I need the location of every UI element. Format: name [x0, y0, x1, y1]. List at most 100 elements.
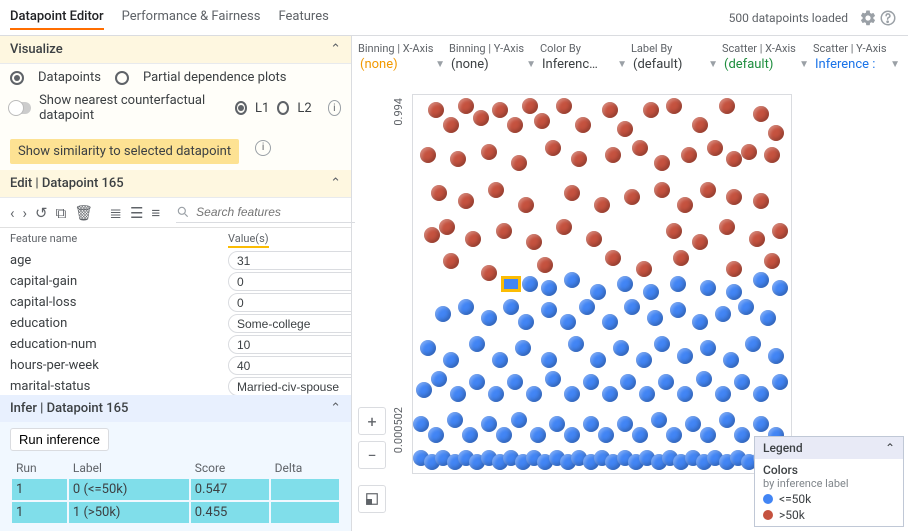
zoom-reset-button[interactable] [358, 485, 386, 513]
datapoint[interactable] [556, 98, 572, 114]
datapoint[interactable] [685, 416, 701, 432]
view-dense-icon[interactable]: ≡ [151, 204, 160, 222]
tab-performance-fairness[interactable]: Performance & Fairness [122, 5, 261, 30]
datapoint[interactable] [431, 185, 447, 201]
datapoint[interactable] [511, 155, 527, 171]
datapoint[interactable] [677, 197, 693, 213]
datapoint[interactable] [772, 374, 788, 390]
datapoint[interactable] [594, 197, 610, 213]
radio-l2[interactable] [277, 101, 289, 115]
info-icon[interactable]: i [255, 140, 271, 156]
feature-value-input[interactable] [228, 314, 351, 333]
datapoint[interactable] [424, 227, 440, 243]
datapoint[interactable] [617, 121, 633, 137]
datapoint[interactable] [458, 193, 474, 209]
control-dropdown[interactable]: Label By (default)▼ [631, 42, 720, 74]
datapoint[interactable] [707, 140, 723, 156]
datapoint[interactable] [677, 386, 693, 402]
datapoint[interactable] [700, 427, 716, 443]
datapoint[interactable] [541, 280, 557, 296]
control-dropdown[interactable]: Color By Inferenc…▼ [540, 42, 629, 74]
datapoint[interactable] [753, 416, 769, 432]
datapoint[interactable] [677, 348, 693, 364]
settings-icon[interactable] [858, 8, 878, 28]
dropdown-value[interactable]: (default)▼ [631, 55, 720, 74]
datapoint[interactable] [719, 412, 735, 428]
feature-value-input[interactable] [228, 251, 351, 270]
datapoint[interactable] [549, 416, 565, 432]
datapoint[interactable] [598, 427, 614, 443]
datapoint[interactable] [518, 197, 534, 213]
datapoint[interactable] [666, 427, 682, 443]
datapoint[interactable] [443, 253, 459, 269]
control-dropdown[interactable]: Scatter | X-Axis (default)▼ [722, 42, 811, 74]
prev-icon[interactable]: ‹ [10, 204, 15, 222]
datapoint[interactable] [583, 374, 599, 390]
similarity-button[interactable]: Show similarity to selected datapoint [10, 139, 239, 164]
radio-pdp[interactable] [115, 71, 129, 85]
datapoint[interactable] [462, 427, 478, 443]
view-list-icon[interactable]: ≣ [109, 204, 122, 222]
datapoint[interactable] [764, 147, 780, 163]
datapoint[interactable] [605, 250, 621, 266]
datapoint[interactable] [571, 151, 587, 167]
help-icon[interactable] [878, 8, 898, 28]
info-icon[interactable]: i [328, 100, 341, 116]
datapoint[interactable] [416, 382, 432, 398]
datapoint[interactable] [492, 102, 508, 118]
radio-l1[interactable] [235, 101, 247, 115]
datapoint[interactable] [602, 102, 618, 118]
datapoint[interactable] [545, 140, 561, 156]
datapoint[interactable] [692, 314, 708, 330]
datapoint[interactable] [753, 193, 769, 209]
datapoint[interactable] [643, 284, 659, 300]
datapoint[interactable] [556, 219, 572, 235]
inference-row[interactable]: 11 (>50k)0.455 [12, 502, 339, 523]
datapoint[interactable] [726, 261, 742, 277]
datapoint[interactable] [734, 427, 750, 443]
datapoint[interactable] [541, 352, 557, 368]
datapoint[interactable] [700, 182, 716, 198]
infer-header[interactable]: Infer | Datapoint 165 ⌃ [0, 395, 351, 422]
dropdown-value[interactable]: Inference :▼ [813, 55, 902, 74]
zoom-out-button[interactable]: − [358, 441, 386, 469]
datapoint[interactable] [753, 386, 769, 402]
datapoint[interactable] [692, 117, 708, 133]
datapoint[interactable] [511, 412, 527, 428]
datapoint[interactable] [583, 416, 599, 432]
datapoint[interactable] [473, 110, 489, 126]
datapoint[interactable] [481, 144, 497, 160]
dropdown-value[interactable]: (default)▼ [722, 55, 811, 74]
datapoint[interactable] [768, 125, 784, 141]
radio-datapoints[interactable] [10, 71, 24, 85]
datapoint[interactable] [458, 98, 474, 114]
datapoint[interactable] [503, 299, 519, 315]
datapoint[interactable] [431, 371, 447, 387]
feature-value-input[interactable] [228, 293, 351, 312]
datapoint[interactable] [564, 185, 580, 201]
datapoint[interactable] [654, 336, 670, 352]
datapoint[interactable] [745, 336, 761, 352]
datapoint[interactable] [530, 427, 546, 443]
datapoint[interactable] [772, 223, 788, 239]
legend-header[interactable]: Legend ⌃ [755, 437, 903, 459]
datapoint[interactable] [428, 102, 444, 118]
datapoint[interactable] [443, 352, 459, 368]
search-input[interactable] [194, 204, 355, 220]
datapoint[interactable] [768, 348, 784, 364]
datapoint[interactable] [639, 386, 655, 402]
datapoint[interactable] [537, 257, 553, 273]
datapoint[interactable] [617, 276, 633, 292]
datapoint[interactable] [439, 219, 455, 235]
zoom-in-button[interactable]: + [358, 407, 386, 435]
datapoint[interactable] [492, 352, 508, 368]
datapoint[interactable] [673, 250, 689, 266]
control-dropdown[interactable]: Binning | X-Axis (none)▼ [358, 42, 447, 74]
datapoint[interactable] [651, 412, 667, 428]
datapoint[interactable] [469, 374, 485, 390]
feature-value-input[interactable] [228, 272, 351, 291]
datapoint[interactable] [420, 147, 436, 163]
datapoint[interactable] [488, 182, 504, 198]
dropdown-value[interactable]: (none)▼ [358, 55, 447, 74]
datapoint[interactable] [602, 386, 618, 402]
